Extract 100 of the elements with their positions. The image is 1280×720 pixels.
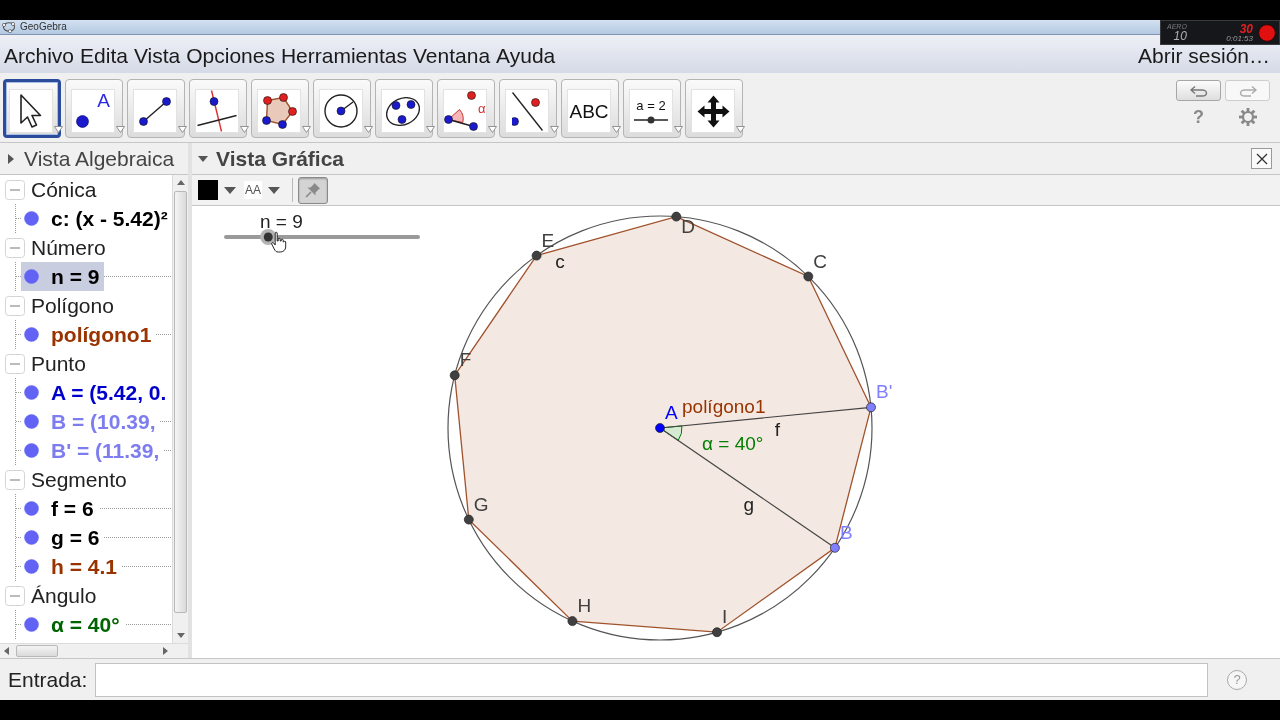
reflection-icon — [511, 91, 543, 131]
group-label: Número — [31, 235, 106, 260]
visibility-dot-icon[interactable] — [24, 559, 39, 574]
dropdown-triangle-icon — [116, 126, 125, 133]
menu-item[interactable]: Ayuda — [493, 45, 559, 67]
scroll-left-arrow-icon[interactable] — [4, 647, 9, 655]
group-label: Ángulo — [31, 583, 97, 608]
group-label: Polígono — [31, 293, 114, 318]
close-icon — [1255, 152, 1268, 165]
dropdown-triangle-icon — [240, 126, 249, 133]
polygon-label: polígono1 — [682, 396, 766, 417]
segment-icon — [139, 96, 171, 126]
collapse-toggle-icon[interactable] — [5, 179, 25, 200]
dropdown-triangle-icon — [54, 126, 63, 133]
scroll-up-arrow-icon[interactable] — [176, 180, 185, 185]
collapse-toggle-icon[interactable] — [5, 585, 25, 606]
group-label: Segmento — [31, 467, 127, 492]
arrow-cursor-icon — [20, 94, 42, 128]
circle-icon — [324, 94, 358, 128]
point-label: A — [665, 402, 678, 423]
undo-button[interactable] — [1176, 80, 1221, 101]
scrollbar-thumb[interactable] — [174, 191, 187, 613]
menu-item[interactable]: Vista — [130, 45, 184, 67]
visibility-dot-icon[interactable] — [24, 443, 39, 458]
menu-item[interactable]: Herramientas — [277, 45, 410, 67]
polygon-tool-button[interactable] — [251, 79, 309, 138]
caret-right-icon[interactable] — [6, 153, 16, 164]
point-label: D — [681, 215, 696, 237]
point-label: G — [473, 493, 489, 515]
horizontal-scrollbar[interactable] — [0, 643, 172, 658]
point-label: H — [577, 595, 592, 617]
dropdown-triangle-icon — [612, 126, 621, 133]
menu-item[interactable]: Opciones — [183, 45, 278, 67]
perpendicular-line-icon — [197, 90, 237, 132]
window-title: GeoGebra — [20, 21, 67, 33]
menu-item[interactable]: Edita — [77, 45, 131, 67]
point-icon — [76, 115, 89, 128]
collapse-toggle-icon[interactable] — [5, 353, 25, 374]
caret-down-icon[interactable] — [198, 153, 208, 164]
collapse-toggle-icon[interactable] — [5, 469, 25, 490]
scroll-down-arrow-icon[interactable] — [176, 633, 185, 638]
collapse-toggle-icon[interactable] — [5, 237, 25, 258]
visibility-dot-icon[interactable] — [24, 211, 39, 226]
segment-label: f — [774, 419, 780, 441]
point-label: B' — [876, 381, 893, 403]
settings-icon[interactable] — [1237, 107, 1258, 127]
segment-label: g — [743, 494, 755, 516]
panel-title: Vista Algebraica — [24, 146, 175, 171]
pan-tool-button[interactable] — [685, 79, 743, 138]
slider-label: n = 9 — [260, 211, 303, 232]
dropdown-triangle-icon — [302, 126, 311, 133]
angle-label: α = 40° — [702, 433, 764, 454]
input-field[interactable] — [95, 662, 1209, 697]
point-label: I — [722, 606, 728, 628]
visibility-dot-icon[interactable] — [24, 269, 39, 284]
close-button[interactable] — [1251, 148, 1272, 169]
group-label: Cónica — [31, 177, 97, 202]
text-tool-button[interactable]: ABC — [561, 79, 619, 138]
scrollbar-thumb[interactable] — [16, 645, 58, 657]
fps-readout: 30 — [1239, 22, 1253, 35]
reflect-tool-button[interactable] — [499, 79, 557, 138]
point-label: E — [541, 229, 555, 251]
perpendicular-tool-button[interactable] — [189, 79, 247, 138]
point-tool-button[interactable]: A — [65, 79, 123, 138]
visibility-dot-icon[interactable] — [24, 385, 39, 400]
move-tool-button[interactable] — [3, 79, 61, 138]
dropdown-triangle-icon — [364, 126, 373, 133]
circle-tool-button[interactable] — [313, 79, 371, 138]
visibility-dot-icon[interactable] — [24, 501, 39, 516]
undo-icon — [1189, 84, 1208, 97]
app-logo-icon — [2, 21, 16, 33]
polygon-icon — [261, 93, 297, 129]
slider-tool-button[interactable]: a = 2 — [623, 79, 681, 138]
dropdown-triangle-icon — [736, 126, 745, 133]
slider-track[interactable] — [224, 229, 420, 245]
dropdown-triangle-icon — [178, 126, 187, 133]
algebra-item[interactable]: n = 9 — [21, 262, 105, 291]
dropdown-triangle-icon — [488, 126, 497, 133]
move-arrows-icon — [696, 94, 730, 128]
label-style-button[interactable]: AA — [244, 177, 284, 203]
angle-tool-button[interactable]: α — [437, 79, 495, 138]
conic-tool-button[interactable] — [375, 79, 433, 138]
scroll-right-arrow-icon[interactable] — [163, 647, 168, 655]
record-dot-icon[interactable] — [1258, 23, 1276, 42]
sign-in-link[interactable]: Abrir sesión… — [1138, 45, 1270, 67]
menu-item[interactable]: Ventana — [410, 45, 494, 67]
segment-tool-button[interactable] — [127, 79, 185, 138]
vertical-scrollbar[interactable] — [172, 175, 188, 643]
panel-title: Vista Gráfica — [216, 146, 345, 171]
collapse-toggle-icon[interactable] — [5, 295, 25, 316]
redo-icon — [1238, 84, 1257, 97]
menu-item[interactable]: Archivo — [1, 45, 78, 67]
dropdown-triangle-icon — [550, 126, 559, 133]
visibility-dot-icon[interactable] — [24, 530, 39, 545]
slider-icon — [634, 115, 668, 124]
visibility-dot-icon[interactable] — [24, 327, 39, 342]
elapsed-time: 0:01:53 — [1226, 34, 1253, 43]
visibility-dot-icon[interactable] — [24, 617, 39, 632]
visibility-dot-icon[interactable] — [24, 414, 39, 429]
pin-button[interactable] — [298, 176, 328, 204]
